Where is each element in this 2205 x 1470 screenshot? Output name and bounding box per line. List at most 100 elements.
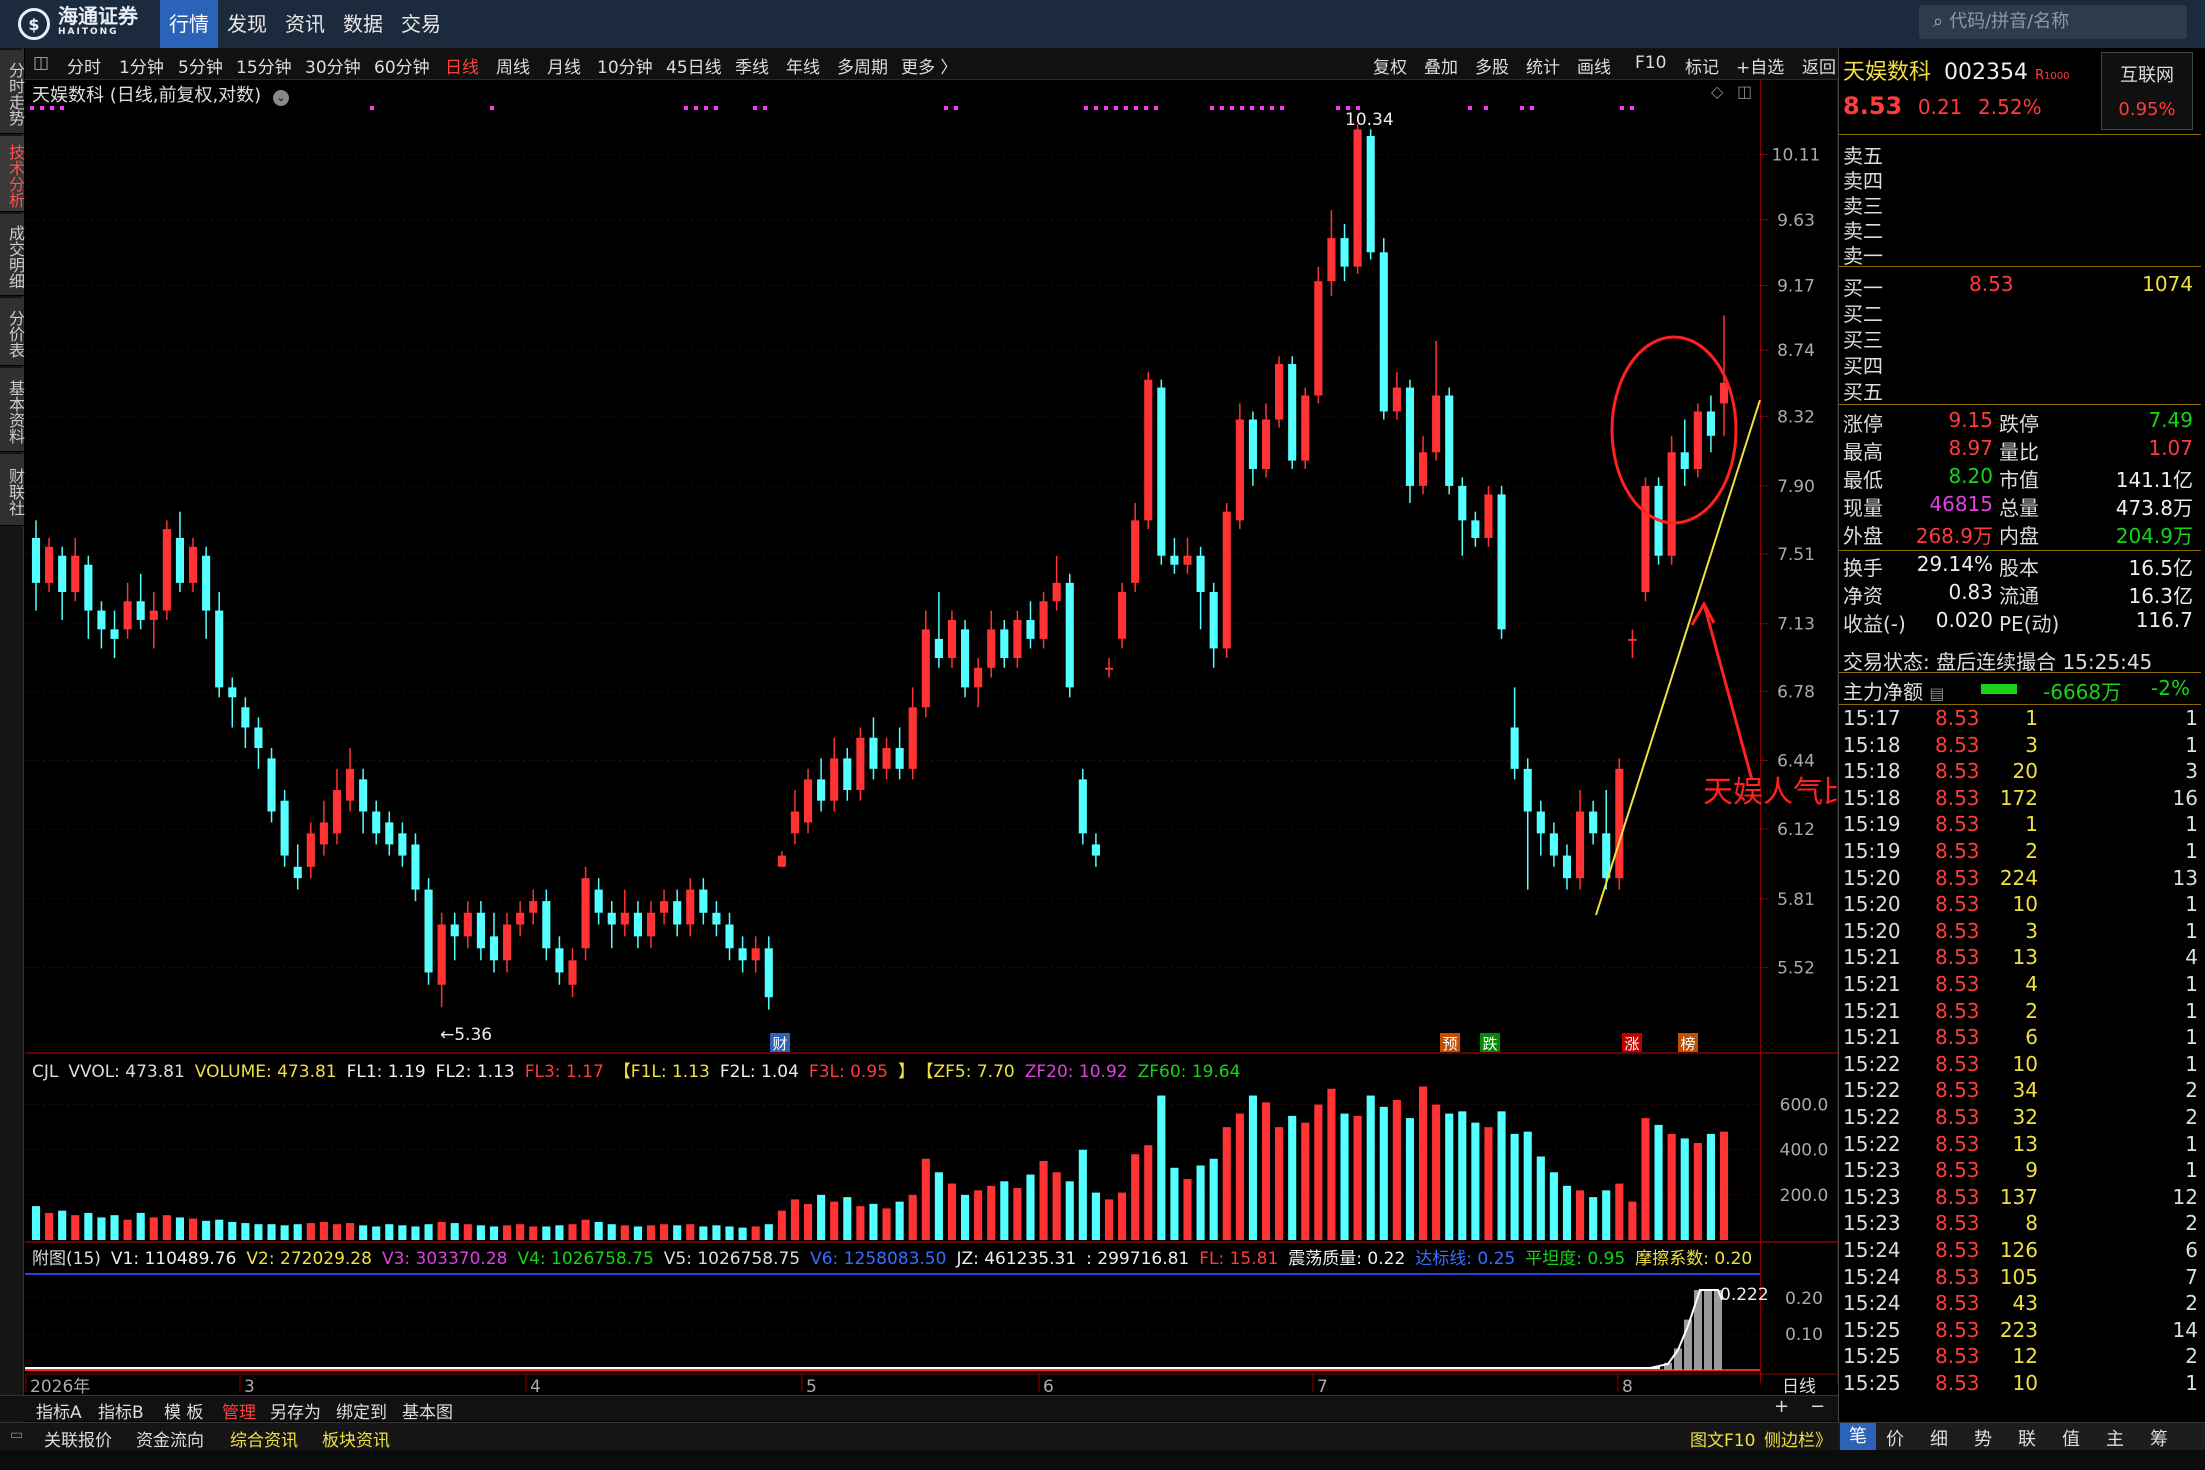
candle-body	[947, 619, 957, 659]
tab-f10-graphic[interactable]: 图文F10	[1690, 1426, 1755, 1451]
price-tick-label: 7.51	[1777, 545, 1815, 565]
volume-bar	[856, 1206, 865, 1240]
collapse-panel-icon[interactable]: ▭	[10, 1427, 23, 1443]
volume-header-item: 【ZF5: 7.70	[924, 1062, 1015, 1082]
sub-header-item: 达标线: 0.25	[1415, 1249, 1516, 1268]
signal-dot	[1484, 106, 1488, 110]
bid-level-row[interactable]: 买四	[1843, 350, 2193, 378]
tick-row: 15:20 8.53 224 13	[1843, 866, 2198, 893]
tick-price: 8.53	[1935, 1238, 1980, 1262]
candle-body	[1235, 419, 1244, 521]
tick-row: 15:24 8.53 43 2	[1843, 1291, 2198, 1318]
volume-bar	[332, 1224, 342, 1240]
ask-level-row[interactable]: 卖五	[1843, 140, 2193, 168]
rtab-value[interactable]: 值	[2062, 1425, 2080, 1451]
bid-level-row[interactable]: 买一 8.53 1074	[1843, 272, 2193, 300]
candle-body	[345, 768, 355, 801]
candle-body	[306, 833, 315, 867]
candle-body	[228, 687, 237, 698]
sub-peak-label: 0.222	[1720, 1285, 1769, 1305]
tick-volume: 137	[1999, 1184, 2038, 1209]
sub-tick-label: 0.20	[1785, 1289, 1823, 1309]
divider	[1839, 266, 2201, 267]
tick-row: 15:25 8.53 223 14	[1843, 1318, 2198, 1345]
tab-basic-chart[interactable]: 基本图	[402, 1398, 453, 1423]
rtab-chips[interactable]: 筹	[2150, 1425, 2168, 1451]
tab-sector-news[interactable]: 板块资讯	[322, 1426, 390, 1451]
tab-money-flow[interactable]: 资金流向	[136, 1426, 204, 1451]
ask-level-row[interactable]: 卖一	[1843, 240, 2193, 268]
tab-general-news[interactable]: 综合资讯	[230, 1426, 298, 1451]
zoom-in-icon[interactable]: +	[1774, 1396, 1789, 1417]
price-change-pct: 2.52%	[1978, 95, 2042, 119]
quote-stat-row: 收益(-) 0.020 PE(动) 116.7	[1843, 608, 2193, 636]
tick-time: 15:19	[1843, 812, 1901, 837]
zoom-out-icon[interactable]: −	[1810, 1396, 1825, 1417]
volume-bar	[1536, 1156, 1545, 1240]
quote-stat-value: 29.14%	[1916, 552, 1993, 576]
tab-indicator-a[interactable]: 指标A	[36, 1398, 82, 1423]
tick-time: 15:23	[1843, 1184, 1901, 1209]
volume-bar	[202, 1220, 211, 1240]
tick-time: 15:23	[1843, 1158, 1901, 1183]
tick-row: 15:18 8.53 20 3	[1843, 759, 2198, 786]
quote-stat-label: 股本	[1999, 556, 2039, 580]
tab-related-quotes[interactable]: 关联报价	[44, 1426, 112, 1451]
candle-body	[1562, 855, 1572, 879]
volume-header-item: VOLUME: 473.81	[194, 1062, 337, 1082]
quote-stat-value: 1.07	[2148, 436, 2193, 460]
volume-bar	[319, 1221, 328, 1240]
flow-detail-icon[interactable]: ▤	[1929, 684, 1944, 703]
ask-level-row[interactable]: 卖四	[1843, 165, 2193, 193]
candle-body	[1078, 779, 1087, 834]
candle-body	[241, 707, 250, 728]
tick-count: 1	[2185, 706, 2198, 730]
sub-header-item: 震荡质量: 0.22	[1288, 1249, 1406, 1268]
tab-save-as[interactable]: 另存为	[270, 1398, 321, 1423]
rtab-main[interactable]: 主	[2106, 1425, 2124, 1451]
concept-name: 互联网	[2120, 65, 2174, 86]
bid-level-row[interactable]: 买二	[1843, 298, 2193, 326]
bid-level-row[interactable]: 买五	[1843, 376, 2193, 404]
rtab-trades[interactable]: 笔	[1840, 1423, 1876, 1451]
candle-body	[1484, 494, 1493, 538]
tab-indicator-b[interactable]: 指标B	[98, 1398, 144, 1423]
high-price-label: 10.34	[1345, 110, 1394, 130]
concept-box[interactable]: 互联网 0.95%	[2101, 52, 2193, 130]
rzrq-badge: R	[2035, 68, 2045, 83]
rtab-detail[interactable]: 细	[1930, 1425, 1948, 1451]
volume-bar	[516, 1224, 525, 1240]
candle-body	[71, 555, 80, 593]
rtab-trend[interactable]: 势	[1974, 1425, 1992, 1451]
tick-volume: 43	[2012, 1291, 2038, 1316]
tab-manage[interactable]: 管理	[222, 1398, 256, 1423]
rtab-price[interactable]: 价	[1886, 1425, 1904, 1451]
ask-level-row[interactable]: 卖三	[1843, 190, 2193, 218]
candle-body	[529, 901, 538, 913]
volume-bar	[725, 1226, 734, 1240]
candle-body	[215, 610, 224, 688]
candle-body	[1392, 387, 1401, 412]
price-tick-label: 10.11	[1772, 145, 1821, 165]
volume-bar	[803, 1203, 813, 1240]
ask-level-row[interactable]: 卖二	[1843, 215, 2193, 243]
candle-body	[843, 758, 852, 791]
tab-bind-to[interactable]: 绑定到	[336, 1398, 387, 1423]
quote-stat-label: 现量	[1843, 496, 1883, 520]
price-tick-label: 9.63	[1777, 211, 1815, 231]
tick-count: 7	[2185, 1264, 2198, 1289]
volume-bar	[974, 1190, 983, 1240]
candle-body	[725, 924, 734, 949]
candle-body	[738, 948, 747, 961]
volume-bar	[1314, 1104, 1323, 1240]
tick-price: 8.53	[1935, 1371, 1980, 1395]
rtab-related[interactable]: 联	[2018, 1425, 2036, 1451]
signal-dot	[714, 106, 718, 110]
sub-tick-label: 0.10	[1785, 1325, 1823, 1345]
volume-bar	[1144, 1145, 1153, 1240]
tab-sidebar-toggle[interactable]: 侧边栏》	[1764, 1426, 1832, 1451]
quote-stat-label: 换手	[1843, 556, 1883, 580]
tab-template[interactable]: 模 板	[164, 1398, 203, 1423]
bid-level-row[interactable]: 买三	[1843, 324, 2193, 352]
quote-stat-value: 141.1亿	[2115, 468, 2193, 492]
